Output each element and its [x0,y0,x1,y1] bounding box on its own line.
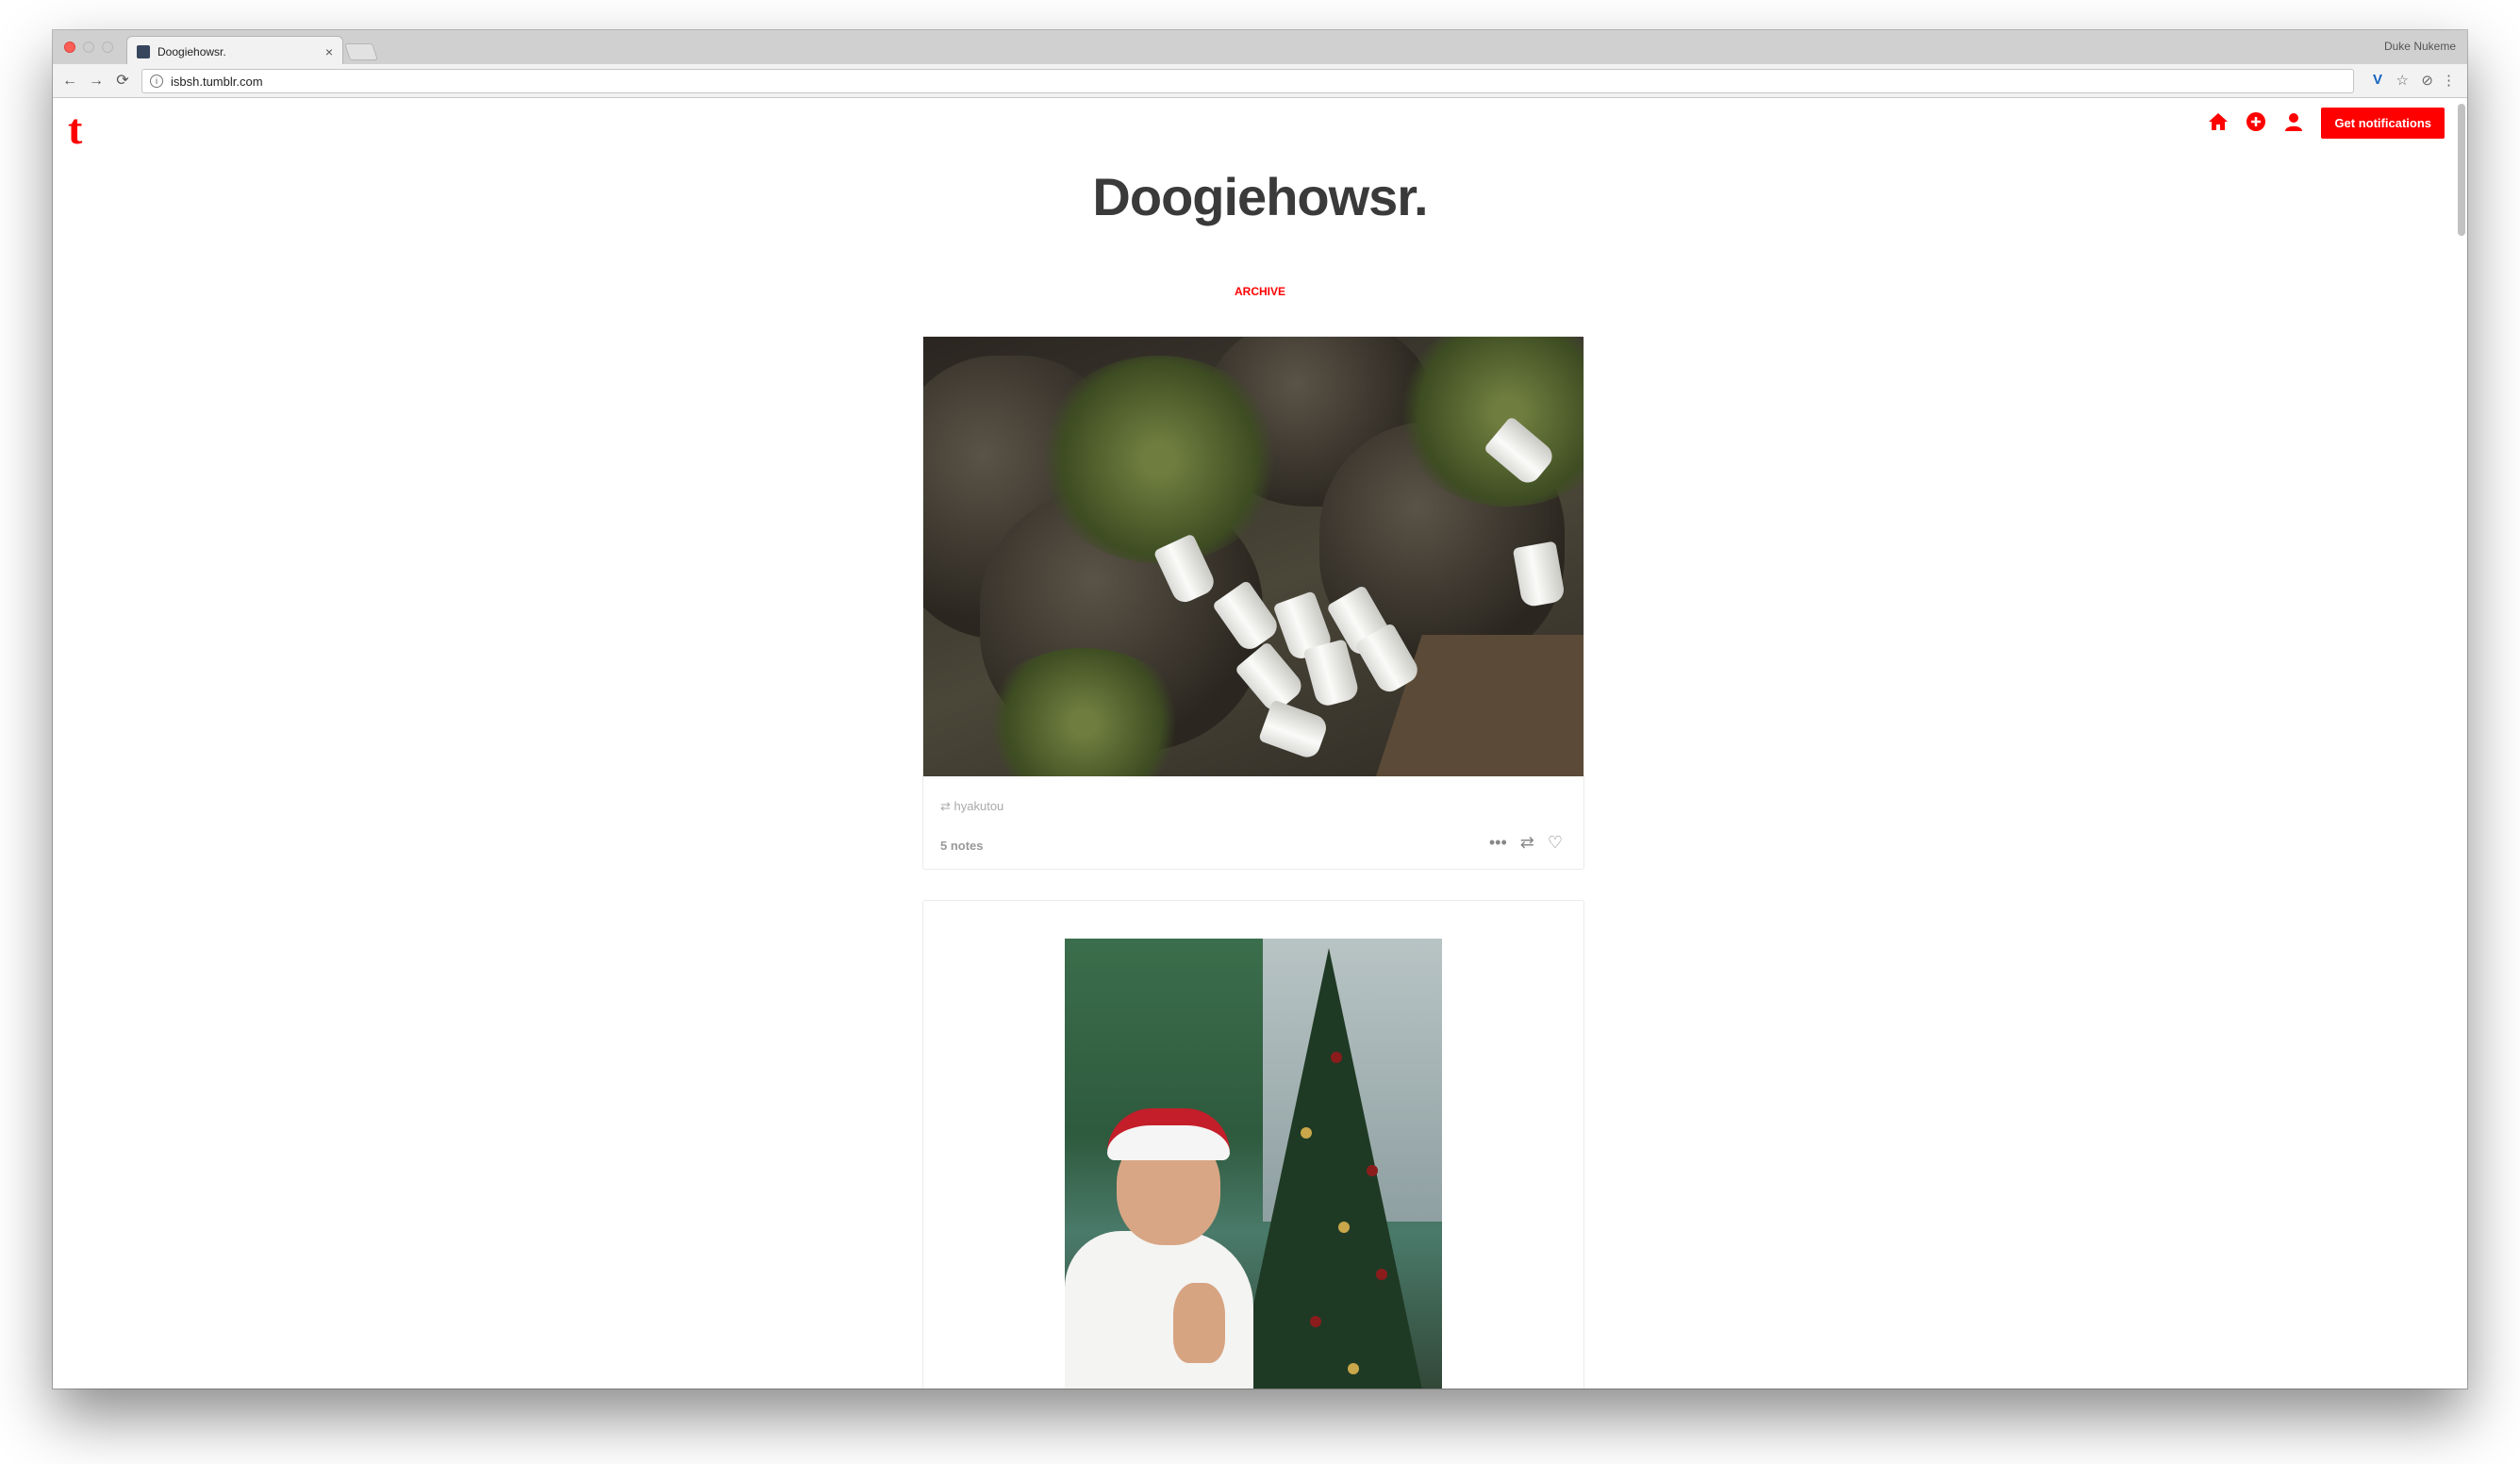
more-options-icon[interactable]: ••• [1489,833,1507,852]
close-window-button[interactable] [64,42,75,53]
forward-icon[interactable]: → [85,70,108,92]
zoom-window-button[interactable] [102,42,113,53]
photo-plant [1036,356,1282,563]
photo-pot [1258,699,1330,761]
back-icon[interactable]: ← [58,70,81,92]
post-card: ⇄ hyakutou 5 notes ••• ⇄ ♡ [922,336,1584,870]
compose-icon[interactable] [2246,111,2266,136]
reblog-source[interactable]: ⇄ hyakutou [940,799,1003,814]
tab-close-icon[interactable]: × [325,44,333,59]
browser-menu-icon[interactable]: ⋮ [2442,72,2456,89]
post-actions: ••• ⇄ ♡ [1489,833,1563,852]
photo-ornament [1310,1316,1321,1327]
photo-ornament [1367,1165,1378,1176]
photo-ornament [1348,1363,1359,1374]
tumblr-favicon-icon [137,44,150,58]
photo-ornament [1331,1052,1342,1063]
profile-name[interactable]: Duke Nukeme [2384,40,2456,53]
tab-title: Doogiehowsr. [158,44,226,58]
minimize-window-button[interactable] [83,42,94,53]
get-notifications-button[interactable]: Get notifications [2321,108,2445,139]
url-text: isbsh.tumblr.com [171,74,263,89]
reload-icon[interactable]: ⟳ [111,70,134,92]
bookmark-star-icon[interactable]: ☆ [2396,72,2409,89]
top-nav: Get notifications [2208,108,2445,139]
reblog-icon[interactable]: ⇄ [1520,833,1534,852]
photo-ornament [1376,1269,1387,1280]
page-content: t Get notifications Doogiehowsr. ARCHIVE [53,98,2467,1389]
photo-santa-hat [1107,1108,1230,1160]
notes-count[interactable]: 5 notes [940,839,984,853]
tumblr-logo[interactable]: t [68,104,82,154]
photo-ornament [1338,1222,1350,1233]
tab-strip: Doogiehowsr. × Duke Nukeme [53,30,2467,66]
new-tab-button[interactable] [344,43,378,60]
post-photo[interactable] [923,337,1583,776]
post-photo[interactable] [1065,939,1442,1389]
photo-hands [1173,1283,1225,1363]
site-info-icon[interactable]: i [150,75,163,88]
archive-link[interactable]: ARCHIVE [53,285,2467,298]
reblog-source-name: hyakutou [953,799,1004,813]
blog-title[interactable]: Doogiehowsr. [53,166,2467,227]
browser-toolbar: ← → ⟳ i isbsh.tumblr.com V ☆ ⊘ ⋮ [53,64,2467,98]
account-icon[interactable] [2283,111,2304,136]
tab-active[interactable]: Doogiehowsr. × [126,36,343,66]
post-card [922,900,1584,1389]
home-icon[interactable] [2208,111,2229,136]
extension-v-icon[interactable]: V [2373,72,2382,88]
browser-window: Doogiehowsr. × Duke Nukeme ← → ⟳ i isbsh… [53,30,2467,1389]
photo-ornament [1301,1127,1312,1139]
address-bar[interactable]: i isbsh.tumblr.com [141,69,2354,93]
extension-block-icon[interactable]: ⊘ [2421,72,2433,89]
like-heart-icon[interactable]: ♡ [1548,833,1563,852]
reblog-small-icon: ⇄ [940,799,954,813]
photo-person-body [1065,1231,1253,1389]
photo-christmas-tree [1225,948,1433,1389]
